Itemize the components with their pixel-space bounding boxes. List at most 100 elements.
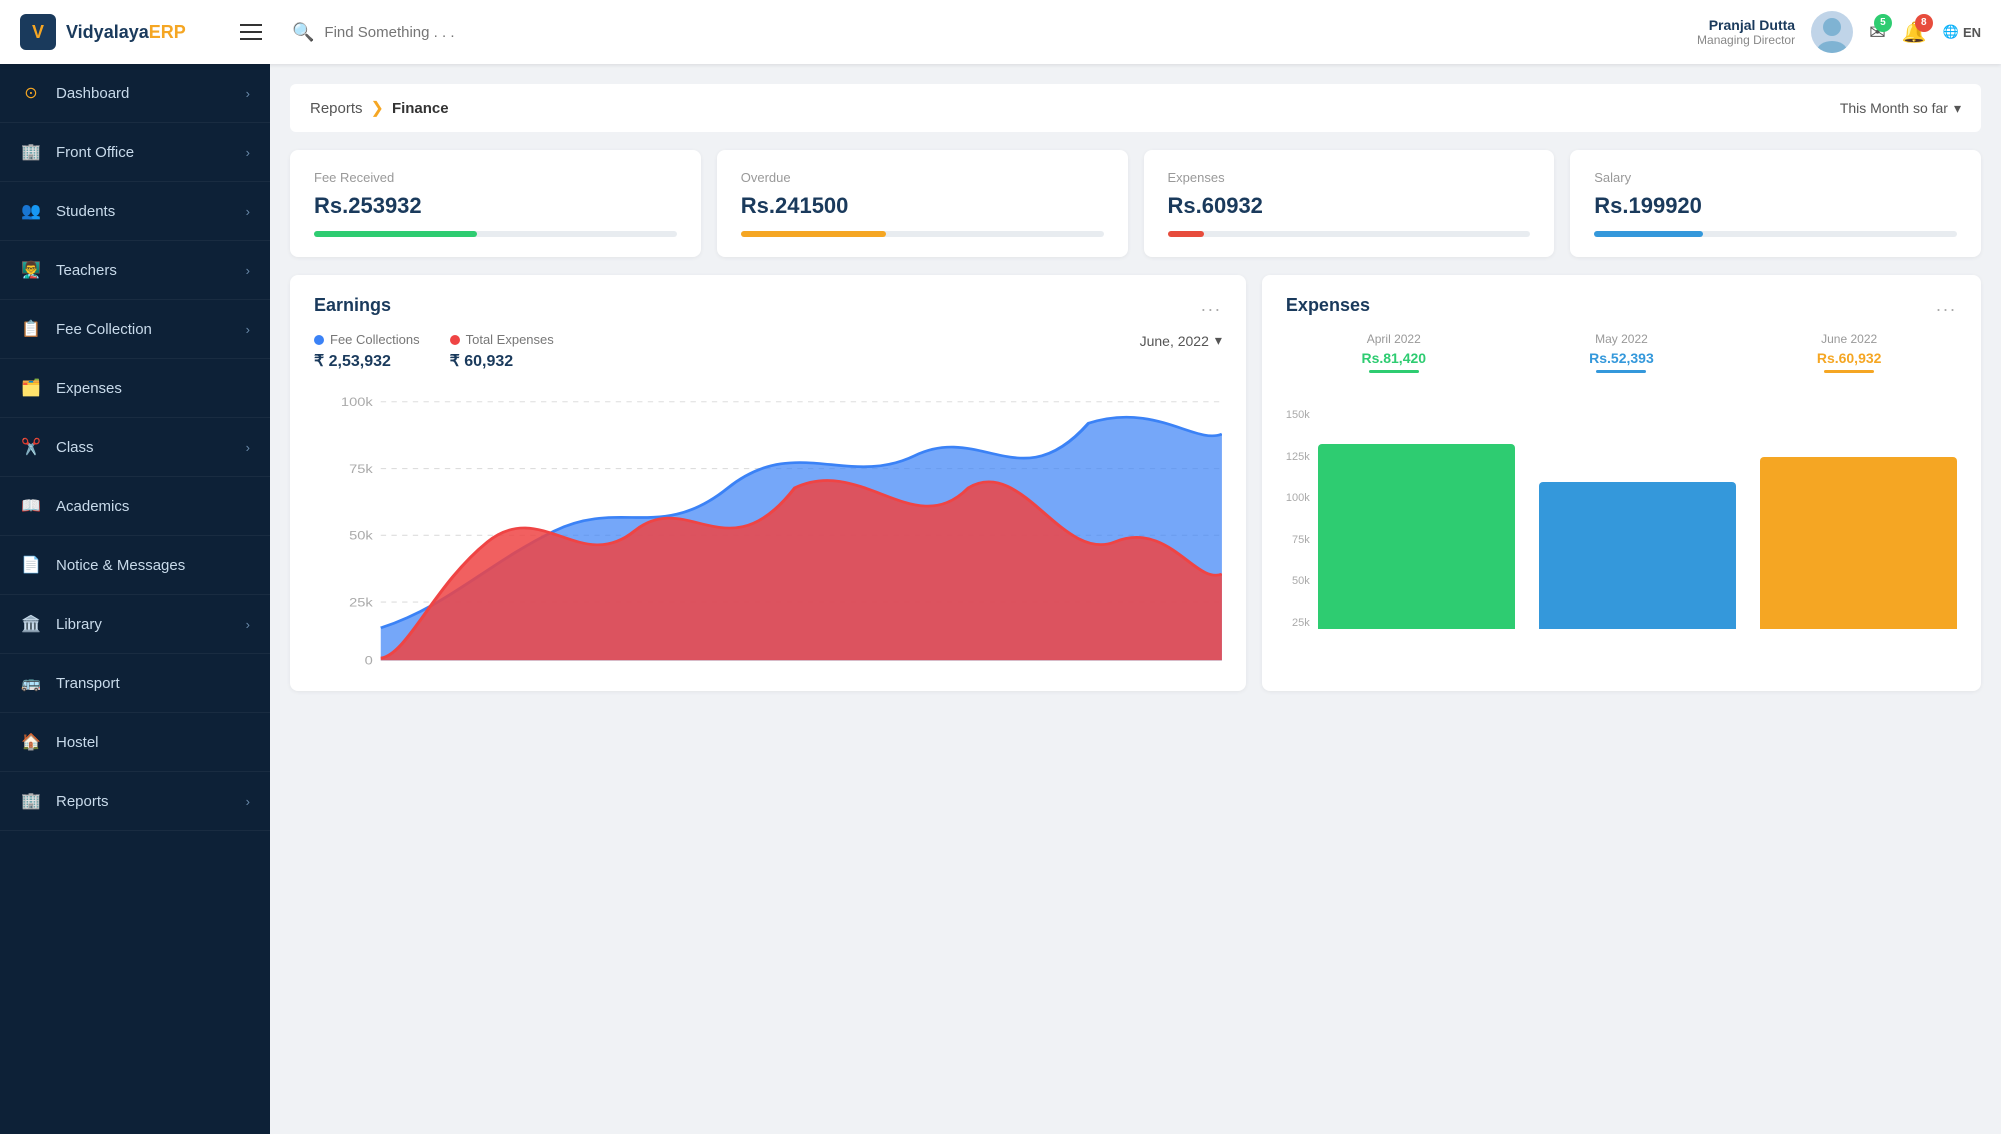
sidebar-label-academics: Academics xyxy=(56,498,129,515)
stat-value-overdue: Rs.241500 xyxy=(741,193,1104,219)
language-button[interactable]: 🌐 EN xyxy=(1943,24,1981,40)
stat-card-fee-received: Fee Received Rs.253932 xyxy=(290,150,701,257)
month-selector[interactable]: June, 2022 ▾ xyxy=(1140,332,1222,349)
sidebar-label-hostel: Hostel xyxy=(56,734,99,751)
filter-button[interactable]: This Month so far ▾ xyxy=(1840,100,1961,117)
expenses-menu[interactable]: ... xyxy=(1936,295,1957,316)
stat-label-expenses: Expenses xyxy=(1168,170,1531,185)
sidebar-item-class[interactable]: ✂️ Class › xyxy=(0,418,270,477)
bar-groups xyxy=(1318,409,1957,629)
progress-bar-bg-overdue xyxy=(741,231,1104,237)
sidebar-item-left: 🏢 Reports xyxy=(20,790,109,812)
sidebar-item-left: 📖 Academics xyxy=(20,495,129,517)
search-input[interactable] xyxy=(324,24,1667,41)
sidebar-item-reports[interactable]: 🏢 Reports › xyxy=(0,772,270,831)
sidebar-item-left: 🏢 Front Office xyxy=(20,141,134,163)
sidebar-item-left: 🏠 Hostel xyxy=(20,731,99,753)
bar-chart: 150k 125k 100k 75k 50k 25k xyxy=(1286,389,1957,629)
sidebar-item-students[interactable]: 👥 Students › xyxy=(0,182,270,241)
top-bar: Reports ❯ Finance This Month so far ▾ xyxy=(290,84,1981,132)
sidebar-item-teachers[interactable]: 👨‍🏫 Teachers › xyxy=(0,241,270,300)
sidebar-label-dashboard: Dashboard xyxy=(56,85,129,102)
sidebar-item-hostel[interactable]: 🏠 Hostel xyxy=(0,713,270,772)
sidebar-icon-front-office: 🏢 xyxy=(20,141,42,163)
sidebar-item-left: 🚌 Transport xyxy=(20,672,120,694)
area-chart-svg: 100k 75k 50k 25k 0 xyxy=(314,391,1222,671)
stat-value-salary: Rs.199920 xyxy=(1594,193,1957,219)
progress-bar-fill-fee-received xyxy=(314,231,477,237)
sidebar-item-dashboard[interactable]: ⊙ Dashboard › xyxy=(0,64,270,123)
legend-label-fee-collections: Fee Collections xyxy=(314,332,420,347)
bar-chart-months: April 2022 Rs.81,420 May 2022 Rs.52,393 … xyxy=(1286,332,1957,373)
month-label: May 2022 xyxy=(1514,332,1730,346)
sidebar-item-library[interactable]: 🏛️ Library › xyxy=(0,595,270,654)
chevron-right-icon: › xyxy=(246,617,250,632)
month-label: June 2022 xyxy=(1741,332,1957,346)
progress-bar-bg-fee-received xyxy=(314,231,677,237)
sidebar-icon-reports: 🏢 xyxy=(20,790,42,812)
chevron-right-icon: › xyxy=(246,86,250,101)
sidebar-item-left: 👥 Students xyxy=(20,200,115,222)
expenses-title: Expenses xyxy=(1286,295,1370,316)
legend-value-fee-collections: ₹ 2,53,932 xyxy=(314,351,420,371)
user-name: Pranjal Dutta xyxy=(1697,17,1795,33)
legend-item-fee-collections: Fee Collections ₹ 2,53,932 xyxy=(314,332,420,371)
sidebar-icon-notice-messages: 📄 xyxy=(20,554,42,576)
sidebar-label-notice-messages: Notice & Messages xyxy=(56,557,185,574)
chevron-right-icon: › xyxy=(246,204,250,219)
logo-area: V VidyalayaERP xyxy=(20,14,220,50)
sidebar-item-left: 📄 Notice & Messages xyxy=(20,554,185,576)
sidebar: ⊙ Dashboard › 🏢 Front Office › 👥 Student… xyxy=(0,64,270,1134)
progress-bar-bg-expenses xyxy=(1168,231,1531,237)
breadcrumb-parent[interactable]: Reports xyxy=(310,100,363,117)
user-role: Managing Director xyxy=(1697,33,1795,47)
bar-month-col: June 2022 Rs.60,932 xyxy=(1741,332,1957,373)
breadcrumb: Reports ❯ Finance xyxy=(310,98,449,118)
earnings-menu[interactable]: ... xyxy=(1201,295,1222,316)
sidebar-item-academics[interactable]: 📖 Academics xyxy=(0,477,270,536)
legend-dot-fee-collections xyxy=(314,335,324,345)
sidebar-item-transport[interactable]: 🚌 Transport xyxy=(0,654,270,713)
legend-text-total-expenses: Total Expenses xyxy=(466,332,554,347)
logo-icon: V xyxy=(20,14,56,50)
chevron-right-icon: › xyxy=(246,263,250,278)
sidebar-item-expenses[interactable]: 🗂️ Expenses xyxy=(0,359,270,418)
legend-item-total-expenses: Total Expenses ₹ 60,932 xyxy=(450,332,554,371)
stat-label-fee-received: Fee Received xyxy=(314,170,677,185)
sidebar-item-left: 🏛️ Library xyxy=(20,613,102,635)
month-label: April 2022 xyxy=(1286,332,1502,346)
content-area: Reports ❯ Finance This Month so far ▾ Fe… xyxy=(270,64,2001,1134)
sidebar-icon-dashboard: ⊙ xyxy=(20,82,42,104)
month-value: Rs.52,393 xyxy=(1514,350,1730,366)
legend-text-fee-collections: Fee Collections xyxy=(330,332,420,347)
stat-card-overdue: Overdue Rs.241500 xyxy=(717,150,1128,257)
sidebar-item-left: 📋 Fee Collection xyxy=(20,318,152,340)
svg-text:75k: 75k xyxy=(349,462,373,475)
breadcrumb-separator: ❯ xyxy=(371,98,384,118)
sidebar-icon-fee-collection: 📋 xyxy=(20,318,42,340)
sidebar-item-notice-messages[interactable]: 📄 Notice & Messages xyxy=(0,536,270,595)
chevron-right-icon: › xyxy=(246,322,250,337)
breadcrumb-current: Finance xyxy=(392,100,449,117)
bar-group xyxy=(1318,444,1515,629)
sidebar-item-left: 👨‍🏫 Teachers xyxy=(20,259,117,281)
mail-button[interactable]: ✉ 5 xyxy=(1869,20,1886,45)
chart-header-expenses: Expenses ... xyxy=(1286,295,1957,316)
mail-badge: 5 xyxy=(1874,14,1892,32)
charts-row: Earnings ... Fee Collections ₹ 2,53,932 … xyxy=(290,275,1981,691)
sidebar-icon-hostel: 🏠 xyxy=(20,731,42,753)
search-area: 🔍 xyxy=(292,22,1667,43)
avatar xyxy=(1811,11,1853,53)
notification-button[interactable]: 🔔 8 xyxy=(1902,20,1927,45)
sidebar-icon-academics: 📖 xyxy=(20,495,42,517)
svg-text:0: 0 xyxy=(365,654,373,667)
stat-label-salary: Salary xyxy=(1594,170,1957,185)
hamburger-menu[interactable] xyxy=(240,24,262,40)
sidebar-label-teachers: Teachers xyxy=(56,262,117,279)
legend-dot-total-expenses xyxy=(450,335,460,345)
stat-value-expenses: Rs.60932 xyxy=(1168,193,1531,219)
sidebar-item-fee-collection[interactable]: 📋 Fee Collection › xyxy=(0,300,270,359)
sidebar-item-front-office[interactable]: 🏢 Front Office › xyxy=(0,123,270,182)
sidebar-label-class: Class xyxy=(56,439,94,456)
month-underline xyxy=(1596,370,1646,373)
